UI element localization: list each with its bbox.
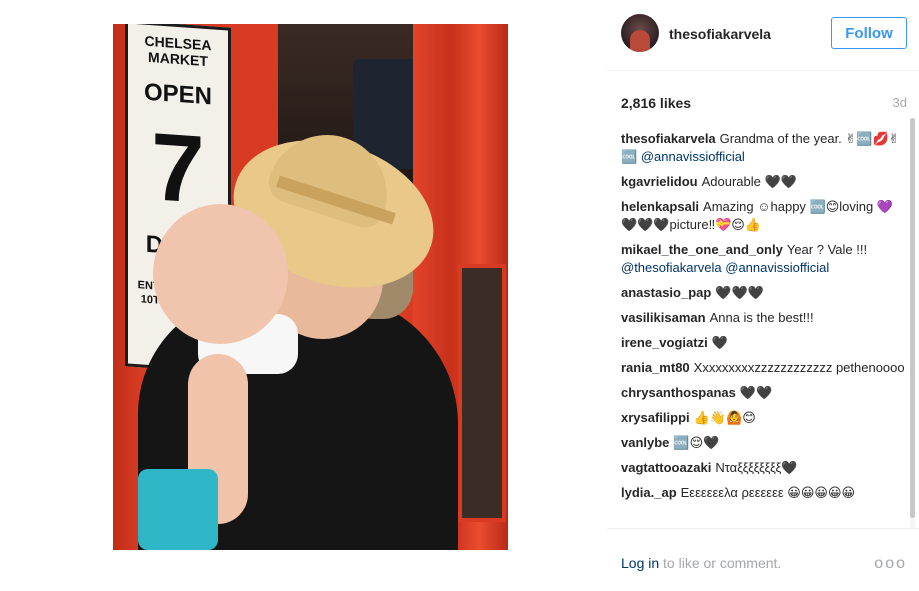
comment-text: Year ? Vale !!!: [786, 242, 868, 257]
comment-text: 🖤🖤: [739, 385, 773, 400]
comment-item: anastasio_pap 🖤🖤🖤: [621, 284, 907, 302]
comment-username[interactable]: mikael_the_one_and_only: [621, 242, 783, 257]
comment-item: rania_mt80 Xxxxxxxxxzzzzzzzzzzzz pethenoo…: [621, 359, 907, 377]
comment-username[interactable]: rania_mt80: [621, 360, 690, 375]
post-sidebar: thesofiakarvela Follow 2,816 likes 3d th…: [607, 0, 919, 590]
comment-username[interactable]: thesofiakarvela: [621, 131, 716, 146]
login-link[interactable]: Log in: [621, 555, 659, 571]
login-prompt: Log in to like or comment.: [621, 555, 781, 571]
comment-username[interactable]: vasilikisaman: [621, 310, 706, 325]
comment-username[interactable]: kgavrielidou: [621, 174, 698, 189]
comment-username[interactable]: vagtattooazaki: [621, 460, 711, 475]
door-window: [458, 264, 506, 522]
comment-mention[interactable]: @annavissiofficial: [641, 149, 745, 164]
follow-button[interactable]: Follow: [831, 17, 907, 49]
comments-scroll-thumb[interactable]: [910, 118, 915, 518]
profile-avatar[interactable]: [621, 14, 659, 52]
comment-item: vasilikisaman Anna is the best!!!: [621, 309, 907, 327]
comment-item: mikael_the_one_and_only Year ? Vale !!! @…: [621, 241, 907, 277]
comment-text: Νταξξξξξξξξ🖤: [715, 460, 798, 475]
likes-count[interactable]: 2,816 likes: [621, 95, 691, 111]
comment-mention[interactable]: @thesofiakarvela @annavissiofficial: [621, 260, 829, 275]
comment-item: xrysafilippi 👍👋🙆😊: [621, 409, 907, 427]
post-header: thesofiakarvela Follow: [607, 0, 919, 71]
comment-item: chrysanthospanas 🖤🖤: [621, 384, 907, 402]
post-username[interactable]: thesofiakarvela: [669, 26, 771, 42]
comment-username[interactable]: anastasio_pap: [621, 285, 711, 300]
comment-username[interactable]: vanlybe: [621, 435, 669, 450]
comment-text: 🖤: [711, 335, 728, 350]
post-photo[interactable]: CHELSEA MARKET OPEN 7 DAYS ENTRANCE ON 1…: [113, 24, 508, 550]
comment-text: 🆒😌🖤: [673, 435, 720, 450]
comment-text: 🖤🖤🖤: [715, 285, 764, 300]
comments-list: thesofiakarvela Grandma of the year. ✌🆒💋✌…: [621, 130, 907, 526]
post-footer: Log in to like or comment. ooo: [607, 528, 919, 591]
baby-face: [153, 204, 288, 344]
comment-item: thesofiakarvela Grandma of the year. ✌🆒💋✌…: [621, 130, 907, 166]
comment-username[interactable]: xrysafilippi: [621, 410, 690, 425]
login-prompt-text: to like or comment.: [663, 555, 782, 571]
comment-username[interactable]: lydia._ap: [621, 485, 677, 500]
comment-text: Εεεεεεελα ρεεεεεε 😀😀😀😀😀: [680, 485, 856, 500]
comment-text: Adourable 🖤🖤: [701, 174, 797, 189]
sign-top-text: CHELSEA MARKET: [144, 32, 212, 70]
post-age[interactable]: 3d: [893, 95, 907, 110]
comment-text: 👍👋🙆😊: [693, 410, 756, 425]
baby-pants: [138, 469, 218, 550]
comment-item: kgavrielidou Adourable 🖤🖤: [621, 173, 907, 191]
comment-text: Anna is the best!!!: [709, 310, 814, 325]
more-options-icon[interactable]: ooo: [874, 555, 907, 573]
sign-open-text: OPEN: [143, 78, 212, 111]
comment-item: vanlybe 🆒😌🖤: [621, 434, 907, 452]
comments-scrollbar[interactable]: [910, 118, 915, 528]
comment-username[interactable]: helenkapsali: [621, 199, 699, 214]
comment-username[interactable]: irene_vogiatzi: [621, 335, 708, 350]
comment-item: vagtattooazaki Νταξξξξξξξξ🖤: [621, 459, 907, 477]
comment-text: Xxxxxxxxxzzzzzzzzzzzz pethenoooo: [693, 360, 905, 375]
comment-username[interactable]: chrysanthospanas: [621, 385, 736, 400]
comment-item: irene_vogiatzi 🖤: [621, 334, 907, 352]
comment-item: lydia._ap Εεεεεεελα ρεεεεεε 😀😀😀😀😀: [621, 484, 907, 502]
comment-item: helenkapsali Amazing ☺happy 🆒😊loving 💜🖤🖤🖤…: [621, 198, 907, 234]
